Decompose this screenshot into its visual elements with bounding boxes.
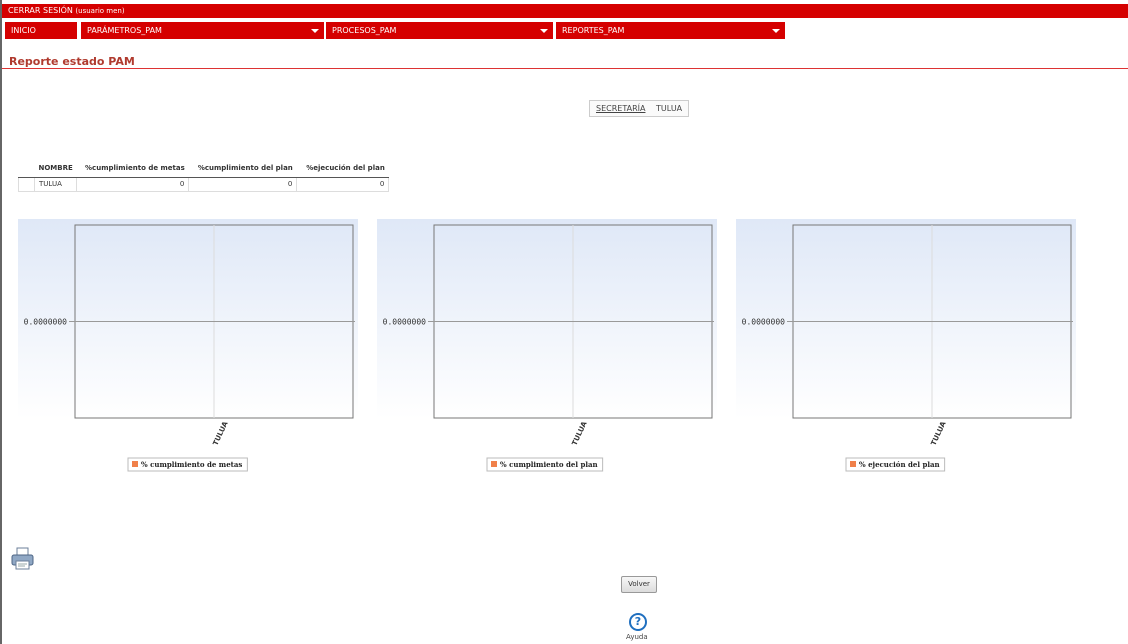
help-label[interactable]: Ayuda <box>626 633 648 641</box>
legend-label: % cumplimiento del plan <box>500 460 598 469</box>
logout-link[interactable]: CERRAR SESIÓN <box>8 6 73 15</box>
chevron-down-icon <box>540 29 548 33</box>
legend-swatch <box>850 461 856 467</box>
breadcrumb-current: TULUA <box>656 104 683 113</box>
y-tick-label: 0.0000000 <box>742 318 786 327</box>
menu-item-label: REPORTES_PAM <box>562 26 625 35</box>
chart-svg: 0.0000000 TULUA % cumplimiento de metas <box>18 219 358 472</box>
menu-item-label: PROCESOS_PAM <box>332 26 397 35</box>
menu-item-label: PARÁMETROS_PAM <box>87 26 162 35</box>
table-header-cumplimiento-plan[interactable]: %cumplimiento del plan <box>188 160 297 178</box>
x-tick-label: TULUA <box>571 420 589 447</box>
legend-label: % cumplimiento de metas <box>141 460 242 469</box>
menu-item-procesos[interactable]: PROCESOS_PAM <box>326 22 553 39</box>
table-header-select <box>18 160 35 178</box>
chart-svg: 0.0000000 TULUA % ejecución del plan <box>736 219 1076 472</box>
user-label: (usuario men) <box>75 7 125 15</box>
chart-legend: % cumplimiento del plan <box>486 457 604 472</box>
chart-svg: 0.0000000 TULUA % cumplimiento del plan <box>377 219 717 472</box>
help-icon[interactable]: ? <box>629 613 647 631</box>
breadcrumb-secretaria-link[interactable]: SECRETARÍA <box>596 104 645 113</box>
chart-ejecucion-plan: 0.0000000 TULUA % ejecución del plan <box>736 219 1076 477</box>
menu-item-inicio[interactable]: INICIO <box>5 22 77 39</box>
main-menu: INICIO PARÁMETROS_PAM PROCESOS_PAM REPOR… <box>2 22 1128 40</box>
legend-swatch <box>132 461 138 467</box>
chart-background <box>377 219 717 419</box>
chart-legend: % cumplimiento de metas <box>127 457 248 472</box>
x-tick-label: TULUA <box>930 420 948 447</box>
chart-background <box>736 219 1076 419</box>
back-button[interactable]: Volver <box>621 576 657 593</box>
chart-legend: % ejecución del plan <box>845 457 946 472</box>
table-row-selector[interactable] <box>18 176 35 192</box>
legend-label: % ejecución del plan <box>859 460 940 469</box>
table-header-ejecucion-plan[interactable]: %ejecución del plan <box>296 160 389 178</box>
table-cell-metas: 0 <box>76 176 190 192</box>
table-cell-ejecucion: 0 <box>296 176 390 192</box>
page-title: Reporte estado PAM <box>9 55 135 68</box>
menu-item-parametros[interactable]: PARÁMETROS_PAM <box>81 22 324 39</box>
table-cell-name: TULUA <box>33 176 78 192</box>
session-bar: CERRAR SESIÓN (usuario men) <box>2 4 1128 18</box>
chart-cumplimiento-plan: 0.0000000 TULUA % cumplimiento del plan <box>377 219 717 477</box>
table-header-row: NOMBRE %cumplimiento de metas %cumplimie… <box>18 160 389 178</box>
menu-item-reportes[interactable]: REPORTES_PAM <box>556 22 785 39</box>
chart-background <box>18 219 358 419</box>
table-header-metas[interactable]: %cumplimiento de metas <box>76 160 189 178</box>
table-cell-plan: 0 <box>188 176 298 192</box>
chevron-down-icon <box>772 29 780 33</box>
printer-icon[interactable] <box>10 546 36 572</box>
y-tick-label: 0.0000000 <box>383 318 427 327</box>
table-row[interactable]: TULUA 0 0 0 <box>18 176 390 192</box>
y-tick-label: 0.0000000 <box>24 318 68 327</box>
menu-item-label: INICIO <box>11 26 36 35</box>
report-table: NOMBRE %cumplimiento de metas %cumplimie… <box>18 160 390 192</box>
chevron-down-icon <box>311 29 319 33</box>
legend-swatch <box>491 461 497 467</box>
breadcrumb: SECRETARÍA TULUA <box>589 100 690 117</box>
table-header-nombre[interactable]: NOMBRE <box>34 160 77 178</box>
x-tick-label: TULUA <box>212 420 230 447</box>
title-divider <box>2 68 1128 69</box>
chart-cumplimiento-metas: 0.0000000 TULUA % cumplimiento de metas <box>18 219 358 477</box>
